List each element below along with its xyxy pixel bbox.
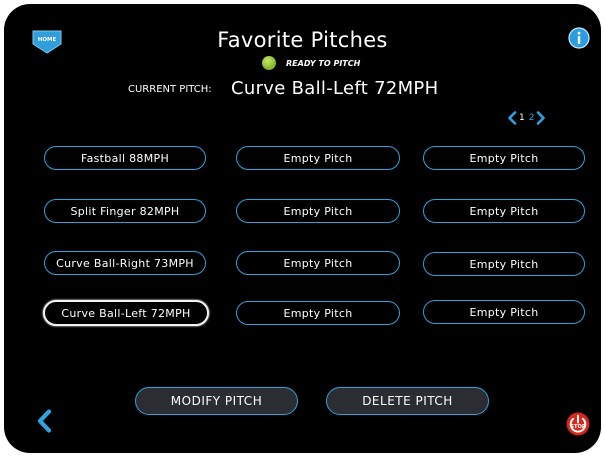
pitch-button-empty[interactable]: Empty Pitch [236, 146, 400, 170]
current-pitch-value: Curve Ball-Left 72MPH [231, 78, 439, 99]
pitch-button-split-finger[interactable]: Split Finger 82MPH [44, 199, 206, 223]
pitch-button-empty[interactable]: Empty Pitch [423, 199, 585, 223]
pitch-button-empty[interactable]: Empty Pitch [236, 251, 400, 275]
page-title: Favorite Pitches [217, 28, 388, 52]
modify-pitch-button[interactable]: MODIFY PITCH [135, 387, 298, 415]
chevron-left-icon[interactable] [507, 111, 517, 125]
pitch-button-empty[interactable]: Empty Pitch [236, 199, 400, 223]
status-indicator: READY TO PITCH [262, 55, 360, 71]
page-2-link[interactable]: 2 [529, 113, 535, 123]
status-light-icon [262, 56, 276, 70]
page-1-link[interactable]: 1 [519, 113, 525, 123]
current-pitch-label: CURRENT PITCH: [128, 84, 212, 95]
info-icon[interactable] [568, 27, 590, 49]
pitch-button-fastball[interactable]: Fastball 88MPH [44, 146, 206, 170]
pitch-button-empty[interactable]: Empty Pitch [423, 146, 585, 170]
delete-pitch-button[interactable]: DELETE PITCH [326, 387, 489, 415]
chevron-right-icon[interactable] [536, 111, 546, 125]
pitch-button-curve-left-selected[interactable]: Curve Ball-Left 72MPH [43, 300, 209, 326]
back-chevron-icon[interactable] [36, 409, 52, 433]
pager: 1 2 [507, 110, 546, 126]
stop-power-icon[interactable]: STOP [565, 411, 591, 437]
pitch-button-empty[interactable]: Empty Pitch [236, 301, 400, 325]
app-frame [4, 4, 601, 453]
status-text: READY TO PITCH [286, 58, 361, 68]
stop-label: STOP [570, 424, 586, 430]
pitch-button-empty[interactable]: Empty Pitch [423, 252, 585, 276]
pitch-button-curve-right[interactable]: Curve Ball-Right 73MPH [44, 251, 206, 275]
pitch-button-empty[interactable]: Empty Pitch [423, 300, 585, 324]
